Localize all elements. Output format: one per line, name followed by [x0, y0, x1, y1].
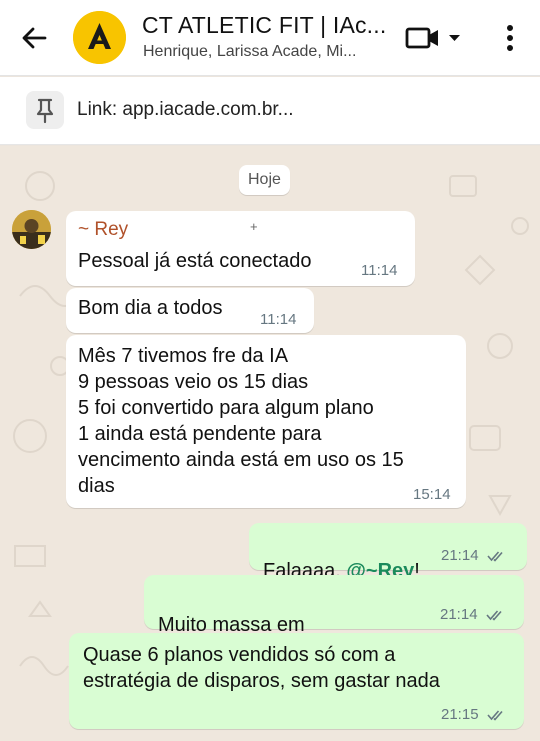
chat-area[interactable]: Hoje ~ Rey + Pessoal já está conectado 1… [0, 146, 540, 741]
pin-icon [26, 91, 64, 129]
message-bubble[interactable]: Mês 7 tivemos fre da IA 9 pessoas veio o… [66, 335, 466, 508]
sender-avatar[interactable] [12, 210, 51, 249]
sender-phone: + [250, 219, 259, 234]
more-vertical-icon[interactable] [500, 22, 520, 54]
sender-name[interactable]: ~ Rey [78, 219, 128, 241]
message-time: 11:14 [361, 262, 398, 279]
video-camera-icon[interactable] [404, 24, 464, 52]
message-bubble-outgoing[interactable]: Muito massa em 21:14 [144, 575, 524, 665]
group-members[interactable]: Henrique, Larissa Acade, Mi... [143, 43, 356, 61]
message-text: Mês 7 tivemos fre da IA 9 pessoas veio o… [78, 345, 404, 497]
message-time: 21:14 [440, 606, 504, 623]
message-time: 21:15 [441, 706, 505, 723]
group-title[interactable]: CT ATLETIC FIT | IAc... [142, 12, 386, 39]
message-bubble-outgoing[interactable]: Quase 6 planos vendidos só com a estraté… [69, 633, 524, 729]
chevron-down-icon [449, 35, 460, 41]
group-logo-icon [73, 11, 126, 64]
message-time: 15:14 [413, 486, 451, 503]
double-check-icon [487, 710, 503, 721]
message-bubble-outgoing[interactable]: Falaaaa, @~Rey! 21:14 [249, 523, 527, 582]
message-text: Bom dia a todos [78, 297, 223, 319]
message-bubble[interactable]: ~ Rey + Pessoal já está conectado 11:14 [66, 211, 415, 286]
double-check-icon [487, 551, 503, 562]
group-avatar[interactable] [73, 11, 126, 64]
message-time: 21:14 [441, 547, 505, 564]
avatar-image [12, 210, 51, 249]
pinned-link-text[interactable]: Link: app.iacade.com.br... [77, 99, 294, 121]
message-bubble[interactable]: Bom dia a todos 11:14 [66, 288, 314, 333]
message-text: Pessoal já está conectado [78, 250, 312, 272]
double-check-icon [486, 610, 502, 621]
arrow-left-icon[interactable] [18, 22, 50, 54]
chat-header: CT ATLETIC FIT | IAc... Henrique, Lariss… [0, 0, 540, 76]
message-time: 11:14 [260, 311, 297, 328]
pinned-message-bar[interactable]: Link: app.iacade.com.br... [0, 77, 540, 145]
date-chip: Hoje [239, 165, 290, 195]
message-text: Quase 6 planos vendidos só com a estraté… [83, 644, 440, 692]
